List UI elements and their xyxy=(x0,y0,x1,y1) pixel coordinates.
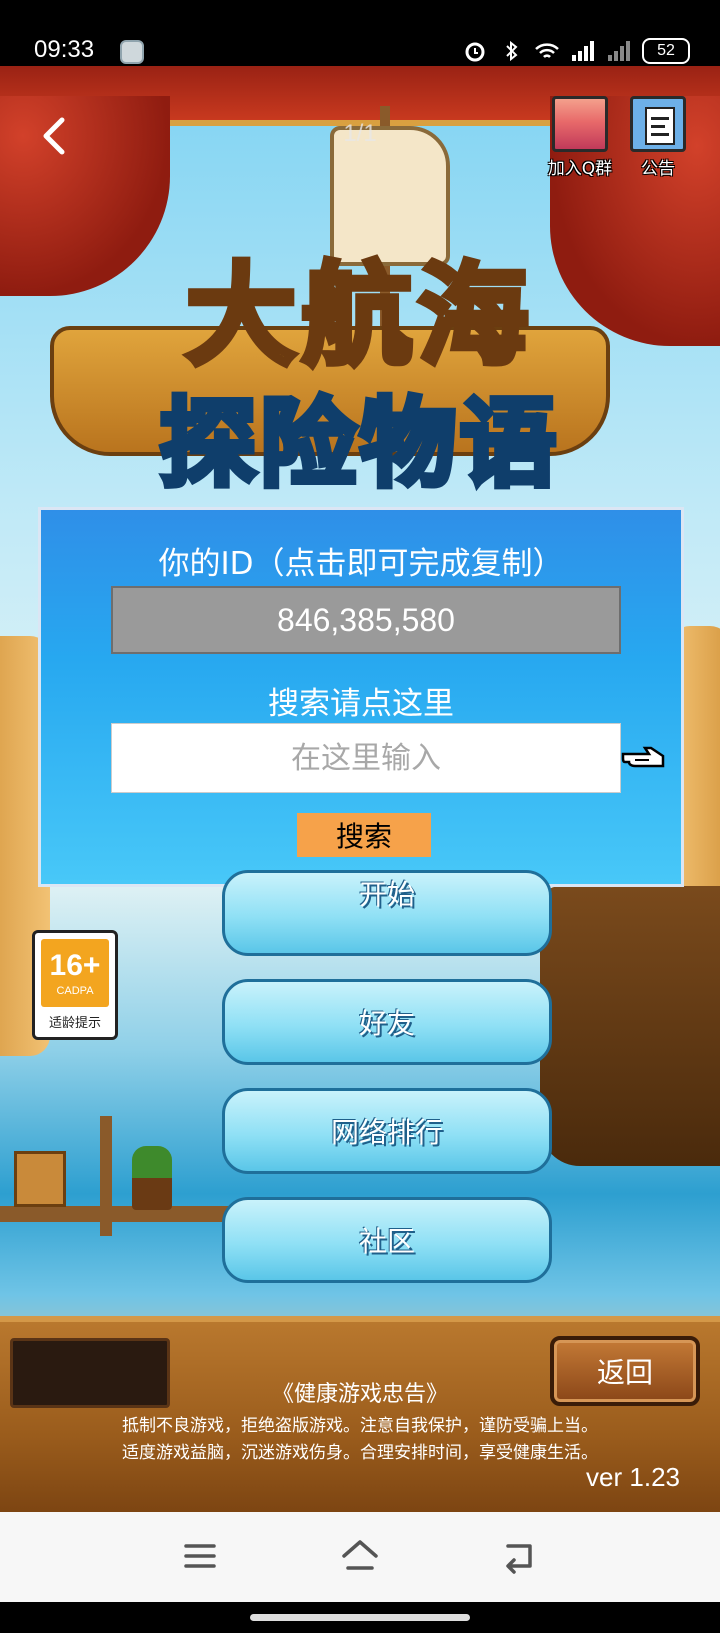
pointing-hand-icon xyxy=(621,746,665,768)
crates xyxy=(14,1151,66,1207)
status-bar: 09:33 52 xyxy=(0,0,720,66)
menu-friends-label: 好友 xyxy=(358,1007,415,1040)
signal-icon xyxy=(572,41,594,61)
player-id-field[interactable]: 846,385,580 xyxy=(111,586,621,654)
nav-home-button[interactable] xyxy=(332,1532,388,1580)
menu-community-button[interactable]: 社区 xyxy=(222,1197,552,1283)
document-icon xyxy=(630,96,686,152)
join-qq-group-label: 加入Q群 xyxy=(547,159,613,179)
menu-icon xyxy=(184,1544,216,1568)
nav-back-button[interactable] xyxy=(492,1532,548,1580)
alarm-icon xyxy=(465,42,485,62)
pier xyxy=(0,1206,260,1222)
search-button[interactable]: 搜索 xyxy=(297,813,431,857)
notice-label: 公告 xyxy=(641,159,675,179)
status-icons: 52 xyxy=(462,38,690,64)
menu-ranking-button[interactable]: 网络排行 xyxy=(222,1088,552,1174)
search-input[interactable] xyxy=(111,723,621,793)
bottom-panel: 返回 《健康游戏忠告》 抵制不良游戏，拒绝盗版游戏。注意自我保护，谨防受骗上当。… xyxy=(0,1316,720,1512)
status-time: 09:33 xyxy=(34,36,95,63)
health-advice-title: 《健康游戏忠告》 xyxy=(271,1382,448,1407)
back-button[interactable] xyxy=(34,112,74,160)
age-rating-label: 适龄提示 xyxy=(48,1016,101,1031)
menu-ranking-label: 网络排行 xyxy=(330,1116,443,1149)
page-indicator: 1/1 xyxy=(343,120,377,147)
menu-start-label: 开始 xyxy=(358,878,415,911)
id-title: 你的ID（点击即可完成复制） xyxy=(158,546,564,582)
age-rating-org: CADPA xyxy=(56,985,94,997)
pier-post xyxy=(100,1116,112,1236)
game-logo-subtitle: 探险物语 xyxy=(157,385,560,503)
gesture-area xyxy=(0,1602,720,1633)
health-advice-line: 抵制不良游戏，拒绝盗版游戏。注意自我保护，谨防受骗上当。 xyxy=(122,1416,598,1436)
back-arrow-icon xyxy=(506,1544,532,1574)
home-icon xyxy=(342,1540,378,1570)
age-rating: 16+ xyxy=(49,949,101,982)
nav-menu-button[interactable] xyxy=(172,1532,228,1580)
search-title: 搜索请点这里 xyxy=(268,686,454,722)
age-rating-box: 16+ CADPA xyxy=(41,939,109,1007)
age-rating-badge[interactable]: 16+ CADPA 适龄提示 xyxy=(32,930,118,1040)
chevron-left-icon xyxy=(43,117,65,155)
game-logo-title: 大航海 xyxy=(183,249,534,383)
navigation-bar xyxy=(0,1512,720,1602)
notice-button[interactable]: 公告 xyxy=(622,96,694,179)
menu-community-label: 社区 xyxy=(358,1225,415,1258)
battery-icon: 52 xyxy=(642,38,690,64)
docked-ship xyxy=(540,886,720,1166)
menu-start-button[interactable]: 开始 xyxy=(222,870,552,956)
app-notification-icon xyxy=(120,40,144,64)
hero-character xyxy=(132,1146,172,1210)
girl-avatar-icon xyxy=(552,96,608,152)
wifi-icon xyxy=(535,43,559,58)
version-label: ver 1.23 xyxy=(586,1462,680,1492)
signal-icon xyxy=(608,41,630,61)
health-advice-line: 适度游戏益脑，沉迷游戏伤身。合理安排时间，享受健康生活。 xyxy=(122,1443,598,1463)
bluetooth-icon xyxy=(506,40,518,62)
join-qq-group-button[interactable]: 加入Q群 xyxy=(544,96,616,179)
gesture-handle[interactable] xyxy=(250,1614,470,1621)
id-search-panel: 你的ID（点击即可完成复制） 846,385,580 搜索请点这里 搜索 xyxy=(38,507,684,887)
menu-friends-button[interactable]: 好友 xyxy=(222,979,552,1065)
